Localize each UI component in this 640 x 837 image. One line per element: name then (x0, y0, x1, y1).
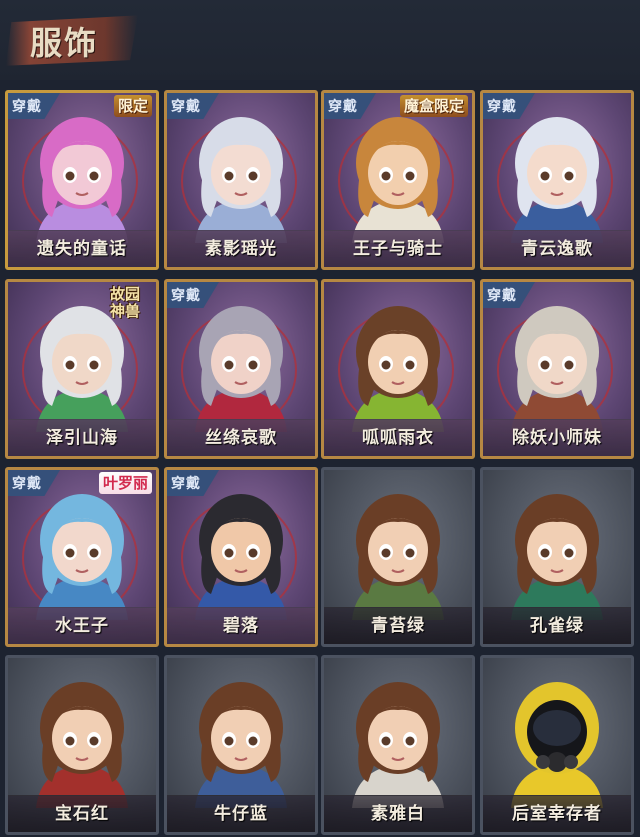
costume-name: 王子与骑士 (353, 239, 443, 259)
worn-tag-label: 穿戴 (171, 99, 201, 115)
worn-tag-label: 穿戴 (171, 288, 201, 304)
costume-screen: 服饰 穿戴 限定 遗失的童话 穿戴 素影瑶光 穿戴 魔盒限定 王子与骑士 穿戴 青云逸歌 故园神兽泽… (0, 0, 640, 837)
character-portrait-icon (511, 494, 603, 620)
costume-name: 呱呱雨衣 (362, 428, 434, 448)
costume-card[interactable]: 穿戴除妖小师妹 (480, 279, 634, 459)
costume-card[interactable]: 穿戴素影瑶光 (164, 90, 318, 270)
character-portrait-icon (36, 682, 128, 808)
costume-card[interactable]: 孔雀绿 (480, 467, 634, 647)
costume-name: 除妖小师妹 (512, 428, 602, 448)
costume-name: 孔雀绿 (530, 616, 584, 636)
limited-badge: 叶罗丽 (98, 472, 152, 494)
costume-card[interactable]: 穿戴碧落 (164, 467, 318, 647)
costume-card[interactable]: 青苔绿 (321, 467, 475, 647)
costume-name: 水王子 (55, 616, 109, 636)
costume-card[interactable]: 故园神兽泽引山海 (5, 279, 159, 459)
worn-tag-label: 穿戴 (171, 476, 201, 492)
costume-name: 青苔绿 (371, 616, 425, 636)
limited-badge: 限定 (113, 95, 152, 117)
costume-name: 后室幸存者 (512, 804, 602, 824)
costume-name: 宝石红 (55, 804, 109, 824)
costume-name: 青云逸歌 (521, 239, 593, 259)
costume-name: 碧落 (223, 616, 259, 636)
limited-badge: 故园神兽 (109, 285, 140, 320)
character-portrait-icon (511, 682, 603, 808)
costume-name: 素影瑶光 (205, 239, 277, 259)
costume-name: 遗失的童话 (37, 239, 127, 259)
costume-card[interactable]: 牛仔蓝 (164, 655, 318, 835)
character-portrait-icon (195, 682, 287, 808)
costume-card[interactable]: 呱呱雨衣 (321, 279, 475, 459)
costume-card[interactable]: 穿戴青云逸歌 (480, 90, 634, 270)
costume-card[interactable]: 穿戴丝绦哀歌 (164, 279, 318, 459)
costume-card[interactable]: 宝石红 (5, 655, 159, 835)
worn-tag-label: 穿戴 (12, 99, 42, 115)
worn-tag-label: 穿戴 (487, 288, 517, 304)
limited-badge: 魔盒限定 (399, 95, 468, 117)
worn-tag-label: 穿戴 (487, 99, 517, 115)
worn-tag-label: 穿戴 (12, 476, 42, 492)
costume-name: 丝绦哀歌 (205, 428, 277, 448)
costume-name: 素雅白 (371, 804, 425, 824)
character-portrait-icon (352, 494, 444, 620)
character-portrait-icon (352, 682, 444, 808)
costume-card[interactable]: 穿戴 叶罗丽水王子 (5, 467, 159, 647)
costume-card[interactable]: 后室幸存者 (480, 655, 634, 835)
costume-grid: 穿戴 限定 遗失的童话 穿戴 素影瑶光 穿戴 魔盒限定 王子与骑士 穿戴 青云逸歌 故园神兽 泽引山海… (0, 0, 640, 837)
costume-card[interactable]: 穿戴 魔盒限定王子与骑士 (321, 90, 475, 270)
character-portrait-icon (352, 306, 444, 432)
costume-card[interactable]: 穿戴 限定遗失的童话 (5, 90, 159, 270)
costume-name: 牛仔蓝 (214, 804, 268, 824)
costume-name: 泽引山海 (46, 428, 118, 448)
worn-tag-label: 穿戴 (328, 99, 358, 115)
costume-card[interactable]: 素雅白 (321, 655, 475, 835)
